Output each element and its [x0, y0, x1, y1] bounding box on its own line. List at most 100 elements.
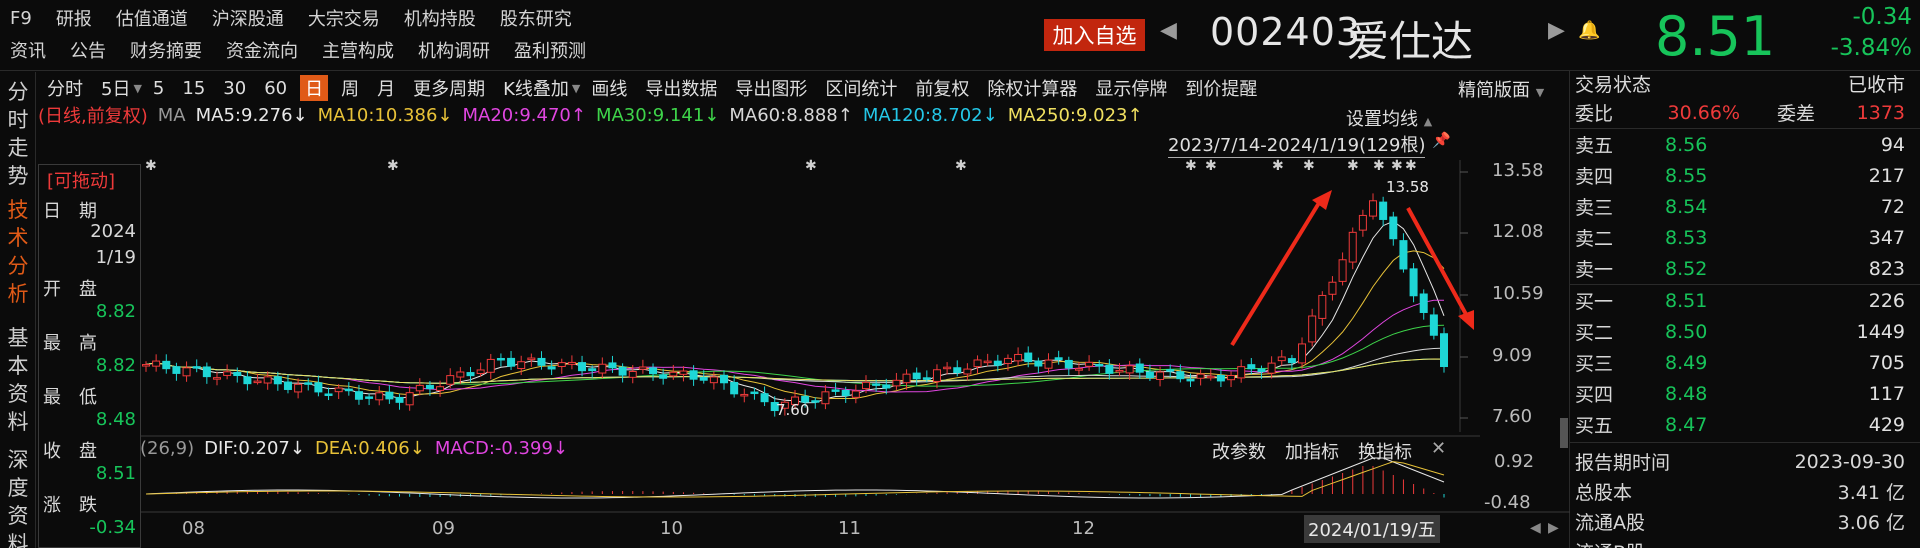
candle-body	[598, 363, 607, 374]
candle-body	[932, 369, 941, 382]
bid-price: 8.47	[1665, 413, 1708, 436]
event-marker-icon: ✱	[1373, 158, 1385, 174]
macd-dea: DEA:0.406↓	[314, 438, 425, 459]
drag-hint[interactable]: [可拖动]	[47, 167, 115, 193]
candle-body	[496, 357, 505, 361]
bid-level-row[interactable]: 买四 8.48 117	[1575, 378, 1915, 409]
order-ratio-label: 委比	[1575, 103, 1614, 125]
candle-body	[679, 370, 688, 375]
fundamental-row: 总股本 3.41 亿	[1575, 476, 1915, 507]
event-marker-icon: ✱	[1205, 158, 1217, 174]
candle-body	[1003, 357, 1012, 364]
candle-body	[1074, 368, 1083, 371]
candle-body	[1419, 293, 1428, 313]
scroll-right-arrow-icon[interactable]: ▶	[1548, 520, 1559, 536]
cursor-date-label: 2024/01/19/五	[1304, 515, 1440, 543]
low-value: 8.48	[95, 409, 136, 430]
candle-body	[699, 377, 708, 381]
candle-body	[588, 368, 597, 372]
candle-body	[243, 376, 252, 385]
candle-body	[172, 366, 181, 374]
switch-indicator-button[interactable]: 换指标	[1358, 438, 1412, 464]
candle-body	[1399, 240, 1408, 270]
ask-price: 8.55	[1665, 164, 1708, 187]
candle-body	[395, 396, 404, 403]
candle-body	[740, 393, 749, 397]
candle-body	[902, 373, 911, 384]
candle-body	[811, 400, 820, 403]
candle-body	[425, 384, 434, 390]
ask-level-row[interactable]: 卖二 8.53 347	[1575, 222, 1915, 253]
scroll-left-arrow-icon[interactable]: ◀	[1530, 520, 1541, 536]
candle-body	[1379, 201, 1388, 220]
candle-body	[720, 374, 729, 384]
macd-tick-label: -0.48	[1484, 492, 1531, 513]
ask-volume: 217	[1868, 164, 1905, 187]
event-marker-icon: ✱	[145, 158, 157, 174]
candle-body	[1369, 200, 1378, 217]
candle-body	[1287, 358, 1296, 364]
add-indicator-button[interactable]: 加指标	[1285, 438, 1339, 464]
bid-level-row[interactable]: 买五 8.47 429	[1575, 409, 1915, 440]
trade-status-label: 交易状态	[1575, 74, 1652, 96]
candle-info-box[interactable]: [可拖动] 日 期 2024 1/19 开 盘 8.82 最 高 8.82 最 …	[38, 164, 141, 548]
high-value: 8.82	[95, 355, 136, 376]
close-label: 收 盘	[43, 441, 97, 462]
event-marker-icon: ✱	[1347, 158, 1359, 174]
candle-body	[557, 362, 566, 367]
close-value: 8.51	[95, 463, 136, 484]
edit-params-button[interactable]: 改参数	[1212, 438, 1266, 464]
candle-body	[1024, 352, 1033, 363]
candle-body	[578, 362, 587, 372]
candle-body	[365, 396, 374, 399]
ask-level-row[interactable]: 卖一 8.52 823	[1575, 253, 1915, 284]
candle-body	[973, 359, 982, 368]
bid-level-row[interactable]: 买二 8.50 1449	[1575, 316, 1915, 347]
candle-body	[1034, 360, 1043, 367]
macd-params[interactable]: (26,9)	[140, 438, 194, 459]
open-label: 开 盘	[43, 279, 97, 300]
candle-body	[1095, 363, 1104, 367]
ask-level-row[interactable]: 卖五 8.56 94	[1575, 129, 1915, 160]
bid-price: 8.49	[1665, 351, 1708, 374]
fundamental-label: 流通A股	[1575, 512, 1645, 534]
candle-body	[1206, 375, 1215, 379]
candle-body	[1216, 374, 1225, 382]
ask-label: 卖四	[1575, 166, 1614, 188]
close-icon[interactable]: ✕	[1431, 438, 1446, 464]
date-year: 2024	[90, 221, 136, 242]
event-marker-icon: ✱	[1405, 158, 1417, 174]
candle-body	[1308, 315, 1317, 343]
candle-body	[1237, 366, 1246, 379]
fundamental-label: 流通B股	[1575, 538, 1715, 548]
ask-level-row[interactable]: 卖三 8.54 72	[1575, 191, 1915, 222]
candle-body	[1105, 364, 1114, 374]
candle-body	[882, 384, 891, 389]
price-tick-label: 7.60	[1492, 406, 1533, 427]
candle-body	[567, 361, 576, 365]
fundamental-row: 流通B股	[1575, 536, 1915, 548]
candle-body	[608, 362, 617, 369]
macd-value: MACD:-0.399↓	[434, 438, 568, 459]
fundamental-value: 2023-09-30	[1794, 450, 1905, 473]
ask-level-row[interactable]: 卖四 8.55 217	[1575, 160, 1915, 191]
ask-volume: 347	[1868, 226, 1905, 249]
macd-tick-label: 0.92	[1494, 451, 1535, 472]
bid-level-row[interactable]: 买三 8.49 705	[1575, 347, 1915, 378]
candle-body	[1267, 362, 1276, 374]
candle-body	[385, 391, 394, 400]
month-tick-label: 10	[660, 518, 683, 539]
chg-label: 涨 跌	[43, 495, 97, 516]
chart-scrollbar[interactable]	[1560, 418, 1568, 448]
candle-body	[1196, 373, 1205, 379]
candle-body	[486, 358, 495, 373]
candle-body	[1145, 371, 1154, 379]
candle-body	[436, 386, 445, 391]
bid-level-row[interactable]: 买一 8.51 226	[1575, 285, 1915, 316]
macd-dif-line	[145, 457, 1445, 499]
ask-volume: 823	[1868, 257, 1905, 280]
candle-body	[192, 366, 201, 369]
candle-body	[1440, 333, 1448, 368]
candle-body	[821, 391, 830, 405]
candle-body	[1054, 357, 1063, 361]
